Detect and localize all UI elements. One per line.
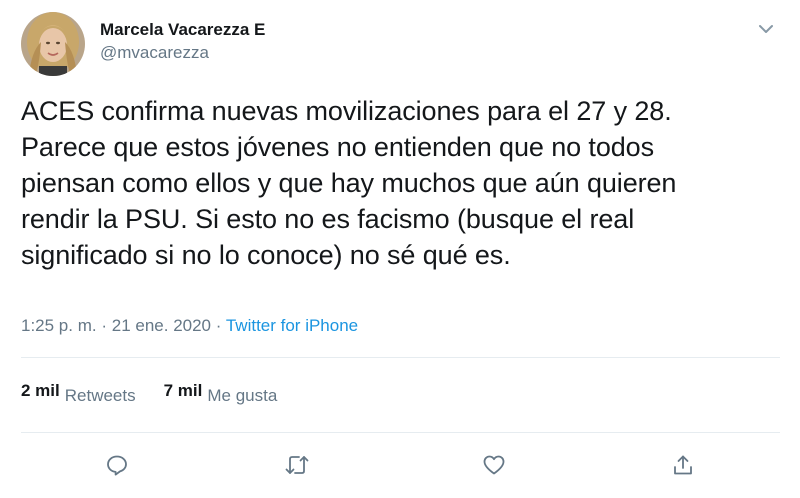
tweet-source-link[interactable]: Twitter for iPhone <box>226 316 358 335</box>
tweet-meta: 1:25 p. m. · 21 ene. 2020 · Twitter for … <box>21 316 358 336</box>
retweets-stat[interactable]: 2 mil Retweets <box>21 381 136 405</box>
divider <box>21 432 780 433</box>
like-button[interactable] <box>479 450 509 480</box>
meta-separator: · <box>101 316 108 335</box>
user-handle: @mvacarezza <box>100 43 209 62</box>
reply-button[interactable] <box>102 450 132 480</box>
tweet-card: Marcela Vacarezza E @mvacarezza ACES con… <box>0 0 800 498</box>
avatar-image <box>21 12 85 76</box>
likes-count: 7 mil <box>163 381 203 400</box>
retweets-label: Retweets <box>64 386 136 405</box>
share-icon <box>674 455 692 475</box>
author-info: Marcela Vacarezza E @mvacarezza <box>100 20 265 63</box>
reply-icon <box>107 455 127 476</box>
heart-icon <box>483 455 505 475</box>
tweet-actions <box>0 450 800 480</box>
tweet-date: 21 ene. 2020 <box>111 316 212 335</box>
tweet-time: 1:25 p. m. <box>21 316 97 335</box>
likes-stat[interactable]: 7 mil Me gusta <box>163 381 278 405</box>
tweet-text: ACES confirma nuevas movilizaciones para… <box>21 96 677 270</box>
retweets-count: 2 mil <box>21 381 60 400</box>
share-button[interactable] <box>668 450 698 480</box>
tweet-stats: 2 mil Retweets 7 mil Me gusta <box>21 381 305 405</box>
display-name[interactable]: Marcela Vacarezza E <box>100 20 265 40</box>
likes-label: Me gusta <box>207 386 278 405</box>
divider <box>21 357 780 358</box>
avatar[interactable] <box>21 12 85 76</box>
retweet-icon <box>285 456 309 474</box>
chevron-down-icon[interactable] <box>755 18 777 40</box>
meta-separator: · <box>215 316 222 335</box>
retweet-button[interactable] <box>282 450 312 480</box>
